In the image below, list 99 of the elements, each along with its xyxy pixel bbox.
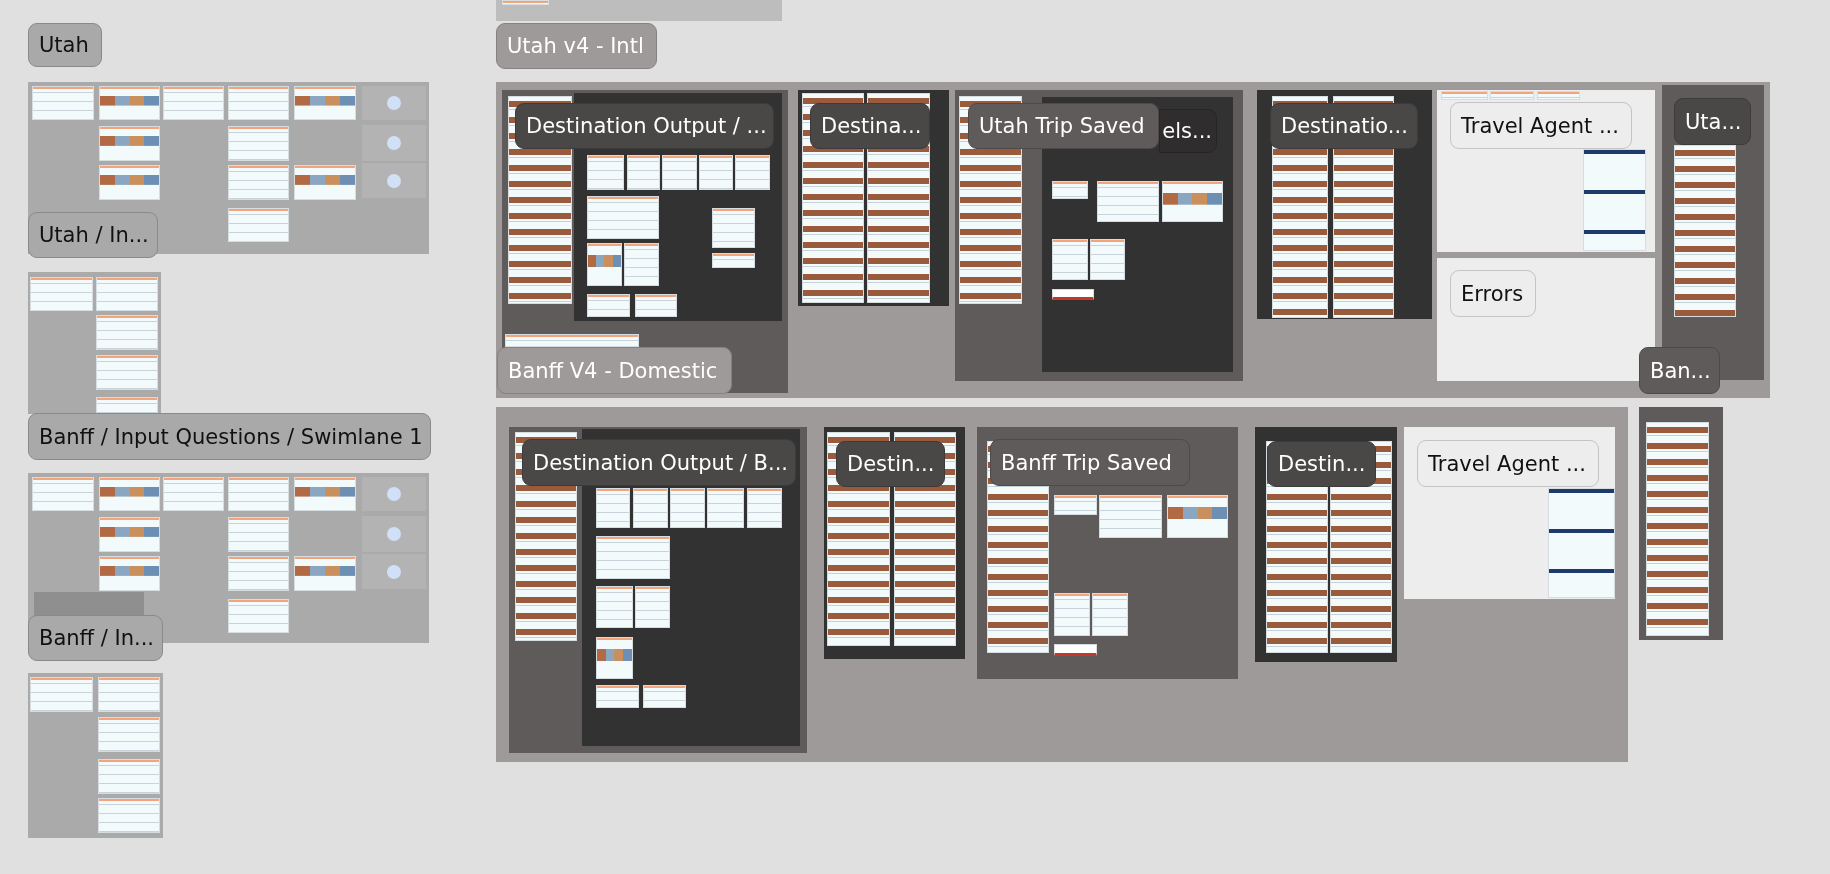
page-thumbnail[interactable] <box>1162 181 1223 222</box>
frame-label[interactable]: Travel Agent ... <box>1417 440 1599 487</box>
page-thumbnail[interactable] <box>587 294 630 317</box>
page-thumbnail[interactable] <box>1167 495 1228 538</box>
page-thumbnail[interactable] <box>1052 239 1088 280</box>
placeholder-card <box>362 125 426 161</box>
frame-label[interactable]: Utah Trip Saved <box>968 103 1159 149</box>
page-thumbnail[interactable] <box>1052 181 1088 199</box>
frame-label[interactable]: Destination Output / B... <box>522 439 796 486</box>
page-thumbnail[interactable] <box>99 86 160 120</box>
page-thumbnail[interactable] <box>30 277 93 311</box>
page-thumbnail[interactable] <box>1054 644 1097 656</box>
page-thumbnail[interactable] <box>624 243 659 286</box>
page-thumbnail[interactable] <box>1583 149 1646 251</box>
page-thumbnail[interactable] <box>98 798 160 833</box>
page-thumbnail[interactable] <box>1090 239 1125 280</box>
placeholder-card <box>362 516 426 552</box>
page-thumbnail[interactable] <box>1054 593 1090 636</box>
page-thumbnail[interactable] <box>712 253 755 268</box>
frame-label[interactable]: Banff Trip Saved <box>990 439 1190 486</box>
page-thumbnail[interactable] <box>294 165 356 200</box>
page-thumbnail[interactable] <box>587 243 622 286</box>
page-thumbnail[interactable] <box>596 637 633 679</box>
page-thumbnail[interactable] <box>99 556 160 591</box>
page-thumbnail[interactable] <box>735 155 770 190</box>
page-thumbnail[interactable] <box>1537 91 1580 100</box>
page-thumbnail[interactable] <box>596 685 639 708</box>
placeholder-card <box>362 477 426 511</box>
page-thumbnail[interactable] <box>627 155 660 190</box>
page-thumbnail[interactable] <box>502 0 549 5</box>
page-thumbnail[interactable] <box>596 536 670 579</box>
page-thumbnail[interactable] <box>30 677 93 712</box>
frame-label[interactable]: Destinatio... <box>1270 103 1418 149</box>
page-thumbnail[interactable] <box>32 86 94 120</box>
page-thumbnail[interactable] <box>96 355 158 390</box>
page-thumbnail[interactable] <box>1490 91 1534 100</box>
page-thumbnail[interactable] <box>633 488 668 528</box>
page-thumbnail[interactable] <box>596 488 630 528</box>
page-thumbnail[interactable] <box>1054 495 1097 515</box>
page-thumbnail[interactable] <box>1092 593 1128 636</box>
page-thumbnail[interactable] <box>228 126 289 161</box>
frame-label[interactable]: Utah <box>28 23 102 67</box>
page-thumbnail[interactable] <box>98 717 160 752</box>
page-thumbnail[interactable] <box>596 586 633 628</box>
page-thumbnail[interactable] <box>1099 495 1162 538</box>
page-thumbnail[interactable] <box>1441 91 1488 100</box>
page-thumbnail[interactable] <box>99 477 160 511</box>
page-thumbnail[interactable] <box>96 277 158 311</box>
page-thumbnail[interactable] <box>662 155 697 190</box>
frame-label[interactable]: Banff / Input Questions / Swimlane 1 <box>28 413 431 460</box>
page-thumbnail[interactable] <box>98 677 160 712</box>
page-thumbnail[interactable] <box>1548 488 1615 598</box>
page-thumbnail[interactable] <box>670 488 705 528</box>
page-thumbnail[interactable] <box>707 488 744 528</box>
frame-label[interactable]: Travel Agent ... <box>1450 102 1632 149</box>
page-thumbnail[interactable] <box>32 477 94 511</box>
page-thumbnail[interactable] <box>643 685 686 708</box>
page-thumbnail[interactable] <box>228 86 289 120</box>
page-thumbnail[interactable] <box>99 165 160 200</box>
frame-label[interactable]: Uta... <box>1674 98 1751 145</box>
page-thumbnail[interactable] <box>163 477 224 511</box>
page-thumbnail[interactable] <box>98 759 160 794</box>
page-thumbnail[interactable] <box>163 86 224 120</box>
page-thumbnail[interactable] <box>1097 181 1159 222</box>
page-thumbnail[interactable] <box>635 294 677 317</box>
frame-label[interactable]: els... <box>1159 109 1217 153</box>
frame-label[interactable]: Errors <box>1450 270 1536 317</box>
page-thumbnail[interactable] <box>228 208 289 242</box>
page-thumbnail[interactable] <box>587 155 624 190</box>
page-thumbnail[interactable] <box>96 315 158 350</box>
page-thumbnail[interactable] <box>294 477 356 511</box>
frame-label[interactable]: Destina... <box>810 103 930 149</box>
page-thumbnail[interactable] <box>228 599 289 633</box>
page-thumbnail[interactable] <box>99 126 160 161</box>
page-thumbnail[interactable] <box>1052 289 1094 300</box>
frame-label[interactable]: Utah / In... <box>28 212 158 258</box>
placeholder-card <box>362 554 426 589</box>
page-thumbnail[interactable] <box>587 196 659 239</box>
page-thumbnail[interactable] <box>294 86 356 120</box>
page-thumbnail[interactable] <box>1674 145 1736 317</box>
page-thumbnail[interactable] <box>228 517 289 552</box>
frame-label[interactable]: Ban... <box>1639 347 1720 394</box>
page-thumbnail[interactable] <box>635 586 670 628</box>
page-thumbnail[interactable] <box>228 477 289 511</box>
placeholder-card <box>362 163 426 198</box>
frame-label[interactable]: Destination Output / ... <box>515 103 774 149</box>
frame-label[interactable]: Destin... <box>836 441 945 487</box>
page-thumbnail[interactable] <box>747 488 782 528</box>
page-thumbnail[interactable] <box>99 517 160 552</box>
placeholder-card <box>362 86 426 120</box>
page-thumbnail[interactable] <box>294 556 356 591</box>
frame-label[interactable]: Destin... <box>1267 441 1376 487</box>
page-thumbnail[interactable] <box>1646 422 1709 636</box>
frame-label[interactable]: Banff / In... <box>28 615 163 661</box>
page-thumbnail[interactable] <box>228 556 289 591</box>
page-thumbnail[interactable] <box>505 334 639 347</box>
page-thumbnail[interactable] <box>228 165 289 200</box>
page-thumbnail[interactable] <box>699 155 733 190</box>
page-thumbnail[interactable] <box>712 208 755 248</box>
